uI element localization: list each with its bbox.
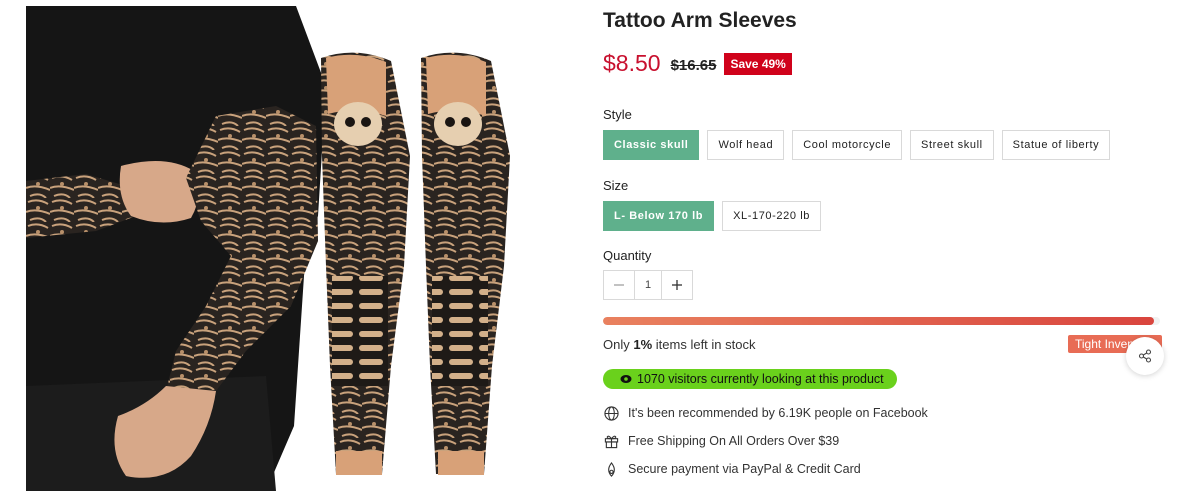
eye-icon bbox=[620, 373, 632, 385]
plus-icon bbox=[672, 280, 682, 290]
feature-secure-payment: Secure payment via PayPal & Credit Card bbox=[603, 461, 861, 477]
style-option-street-skull[interactable]: Street skull bbox=[910, 130, 994, 160]
product-title: Tattoo Arm Sleeves bbox=[603, 9, 797, 32]
style-option-wolf-head[interactable]: Wolf head bbox=[707, 130, 785, 160]
save-badge: Save 49% bbox=[724, 53, 792, 75]
product-image bbox=[26, 6, 542, 491]
size-option-l[interactable]: L- Below 170 lb bbox=[603, 201, 715, 231]
feature-text: Free Shipping On All Orders Over $39 bbox=[628, 434, 840, 448]
minus-icon bbox=[614, 284, 624, 286]
current-price: $8.50 bbox=[603, 50, 661, 76]
feature-text: It's been recommended by 6.19K people on… bbox=[628, 406, 928, 420]
stock-text: Only 1% items left in stock bbox=[603, 337, 755, 352]
share-button[interactable] bbox=[1126, 337, 1164, 375]
size-label: Size bbox=[603, 178, 629, 193]
size-option-xl[interactable]: XL-170-220 lb bbox=[722, 201, 821, 231]
stock-progress-bar bbox=[603, 317, 1160, 325]
gift-icon bbox=[603, 433, 619, 449]
stock-suffix: items left in stock bbox=[655, 337, 756, 352]
visitors-text: 1070 visitors currently looking at this … bbox=[637, 372, 884, 386]
quantity-increase-button[interactable] bbox=[662, 271, 692, 299]
share-icon bbox=[1138, 349, 1152, 363]
style-label: Style bbox=[603, 107, 632, 122]
size-options: L- Below 170 lb XL-170-220 lb bbox=[603, 201, 829, 231]
feature-facebook-recommendation: It's been recommended by 6.19K people on… bbox=[603, 405, 928, 421]
original-price: $16.65 bbox=[670, 56, 717, 74]
stock-progress-fill bbox=[603, 317, 1155, 325]
feature-free-shipping: Free Shipping On All Orders Over $39 bbox=[603, 433, 839, 449]
quantity-input[interactable]: 1 bbox=[634, 271, 662, 299]
visitors-badge: 1070 visitors currently looking at this … bbox=[603, 369, 897, 389]
style-option-cool-motorcycle[interactable]: Cool motorcycle bbox=[792, 130, 903, 160]
feature-text: Secure payment via PayPal & Credit Card bbox=[628, 462, 861, 476]
style-options: Classic skull Wolf head Cool motorcycle … bbox=[603, 130, 1118, 160]
globe-icon bbox=[603, 405, 619, 421]
secure-payment-icon bbox=[603, 461, 619, 477]
style-option-classic-skull[interactable]: Classic skull bbox=[603, 130, 700, 160]
stock-percent: 1% bbox=[633, 337, 653, 352]
style-option-statue-of-liberty[interactable]: Statue of liberty bbox=[1001, 130, 1111, 160]
stock-prefix: Only bbox=[603, 337, 630, 352]
quantity-label: Quantity bbox=[603, 248, 652, 263]
quantity-stepper: 1 bbox=[603, 270, 693, 300]
quantity-decrease-button[interactable] bbox=[604, 271, 634, 299]
price-row: $8.50 $16.65 Save 49% bbox=[603, 50, 792, 77]
